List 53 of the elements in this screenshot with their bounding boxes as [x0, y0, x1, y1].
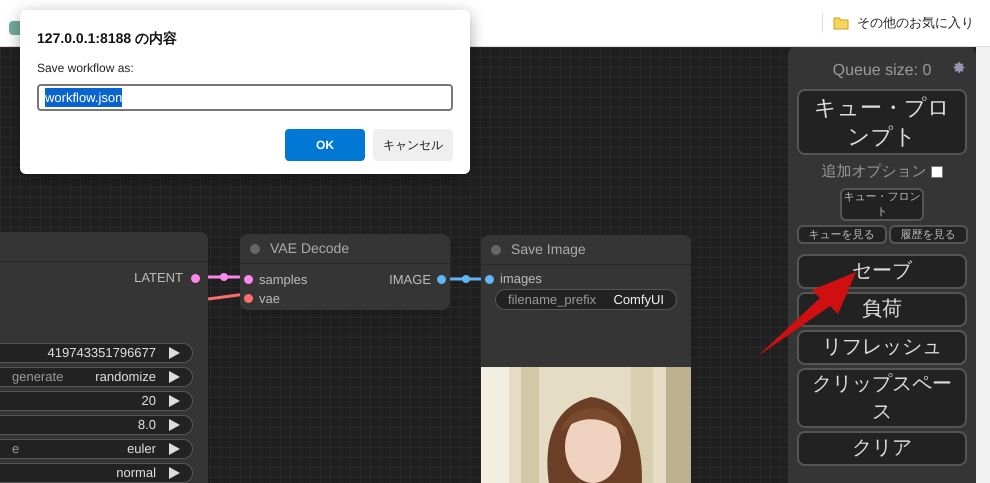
- cancel-button[interactable]: キャンセル: [373, 129, 453, 161]
- input-label: samples: [259, 270, 308, 289]
- output-label: IMAGE: [389, 270, 431, 289]
- widget-value: 419743351796677: [48, 344, 156, 362]
- menu-button[interactable]: リフレッシュ: [797, 330, 967, 364]
- play-icon[interactable]: [168, 371, 180, 383]
- vae-decode-node[interactable]: VAE Decode samples vae IMAGE: [240, 234, 450, 310]
- small-button[interactable]: キューを見る: [796, 224, 886, 244]
- small-button[interactable]: キュー・フロント: [840, 188, 924, 220]
- output-label: LATENT: [134, 269, 183, 288]
- node-title: Save Image: [511, 240, 586, 259]
- widget-field[interactable]: e euler: [0, 439, 193, 459]
- widget-value: normal: [116, 464, 156, 482]
- save-image-node[interactable]: Save Image images filename_prefix ComfyUI: [481, 235, 691, 483]
- widget-label: e: [12, 440, 20, 458]
- widget-value: 8.0: [138, 416, 156, 434]
- input-label: images: [500, 270, 542, 288]
- dialog-message: Save workflow as:: [37, 60, 135, 77]
- play-icon[interactable]: [168, 347, 180, 359]
- play-icon[interactable]: [168, 395, 180, 407]
- widget-value: randomize: [95, 368, 156, 386]
- play-icon[interactable]: [168, 467, 180, 479]
- widget-field[interactable]: normal: [0, 463, 193, 483]
- widget-field[interactable]: generate randomize: [0, 367, 193, 387]
- bookmark-folder[interactable]: その他のお気に入り: [857, 13, 974, 33]
- ok-button[interactable]: OK: [285, 129, 365, 161]
- widget-label: filename_prefix: [508, 290, 596, 309]
- widget-value: euler: [127, 440, 156, 458]
- filename-input[interactable]: workflow.json: [37, 84, 453, 111]
- input-label: vae: [259, 290, 280, 308]
- extra-options-label: 追加オプション: [822, 162, 926, 182]
- node-title: VAE Decode: [270, 239, 350, 258]
- widget-value: 20: [142, 392, 156, 410]
- widget-field[interactable]: 419743351796677: [0, 343, 193, 363]
- selected-text: workflow.json: [45, 88, 122, 108]
- widget-value: ComfyUI: [613, 290, 664, 309]
- play-icon[interactable]: [168, 443, 180, 455]
- menu-button[interactable]: セーブ: [797, 254, 967, 288]
- queue-prompt-button[interactable]: キュー・プロンプト: [797, 89, 967, 155]
- dialog-title: 127.0.0.1:8188 の内容: [37, 29, 178, 48]
- widget-field[interactable]: filename_prefix ComfyUI: [495, 289, 677, 310]
- settings-icon[interactable]: [953, 61, 966, 74]
- menu-button[interactable]: クリップスペース: [797, 368, 967, 428]
- queue-size: Queue size: 0: [832, 61, 932, 81]
- widget-label: generate: [12, 368, 64, 386]
- folder-icon: [833, 16, 849, 30]
- sampler-node[interactable]: LATENT 419743351796677 generate randomize 20 8.0 e euler normal: [0, 232, 208, 483]
- small-button[interactable]: 履歴を見る: [888, 224, 968, 244]
- extra-options-checkbox[interactable]: [930, 166, 942, 178]
- widget-field[interactable]: 20: [0, 391, 193, 411]
- menu-button[interactable]: クリア: [797, 430, 967, 466]
- widget-field[interactable]: 8.0: [0, 415, 193, 435]
- play-icon[interactable]: [168, 419, 180, 431]
